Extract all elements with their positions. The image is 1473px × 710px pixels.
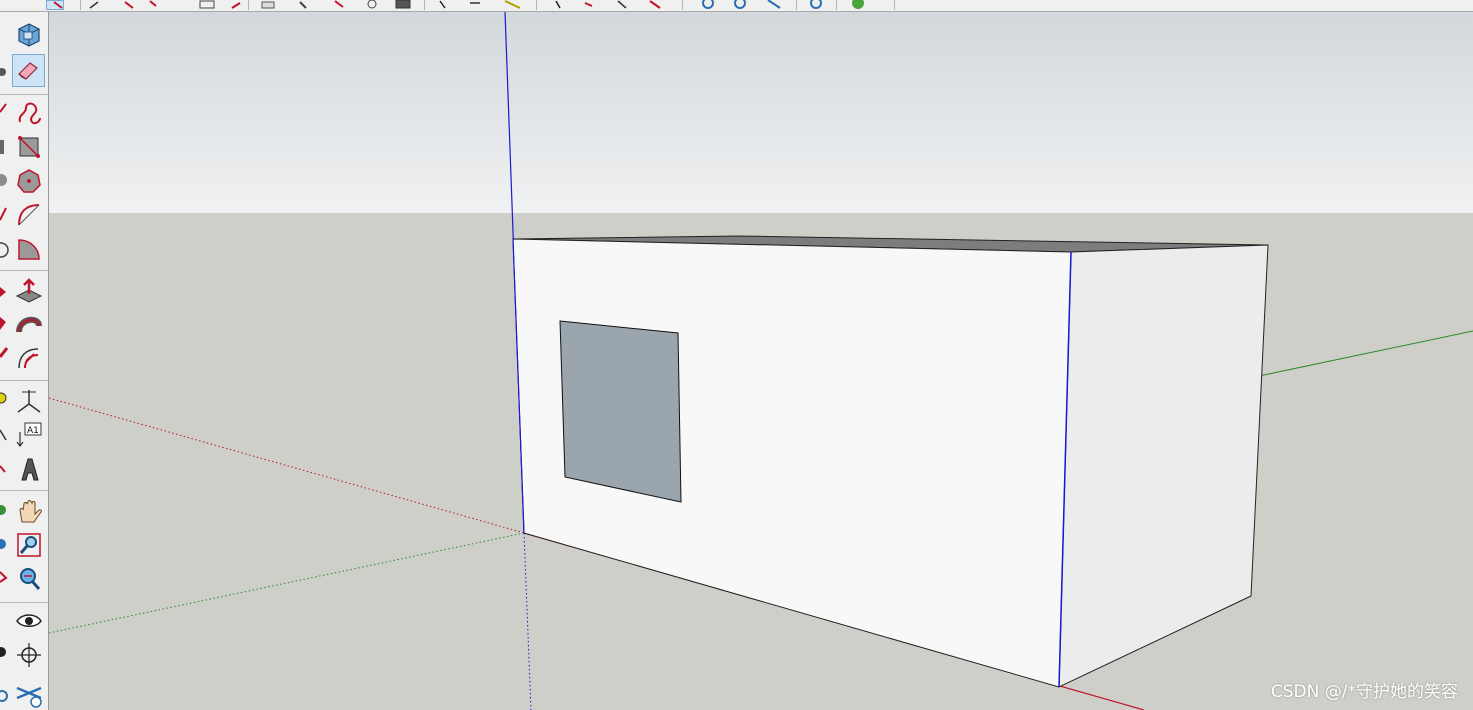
left-toolbar: A1 — [0, 12, 49, 710]
eye-icon — [16, 614, 42, 627]
toolbar-separator — [894, 0, 895, 10]
components-icon — [18, 23, 40, 47]
text-tool-label: A1 — [27, 426, 39, 436]
pan-tool[interactable] — [14, 496, 44, 526]
text-tool[interactable]: A1 — [14, 420, 44, 450]
toolbar-separator — [0, 270, 48, 271]
eraser-tool[interactable] — [12, 54, 45, 87]
zoom-extents-icon — [20, 568, 41, 590]
toolbar-separator — [796, 0, 797, 10]
clipped-icons-column — [0, 68, 9, 702]
pie-tool[interactable] — [14, 234, 44, 264]
rotated-rectangle-icon — [18, 136, 40, 158]
zoom-window-tool[interactable] — [14, 530, 44, 560]
follow-me-tool[interactable] — [14, 310, 44, 340]
two-point-arc-tool[interactable] — [14, 200, 44, 230]
polygon-icon — [17, 169, 41, 193]
section-plane-icon — [16, 686, 42, 708]
axes-tool[interactable] — [14, 386, 44, 416]
toolbar-separator — [248, 0, 249, 10]
eraser-icon — [18, 62, 38, 80]
toolbar-separator — [836, 0, 837, 10]
push-pull-tool[interactable] — [14, 276, 44, 306]
pie-icon — [18, 239, 40, 260]
rotated-rectangle-tool[interactable] — [14, 132, 44, 162]
toolbar-separator — [80, 0, 81, 10]
crosshair-icon — [17, 643, 41, 667]
freehand-icon — [18, 102, 41, 125]
text-label-icon: A1 — [16, 422, 42, 447]
toolbar-separator — [424, 0, 425, 10]
toolbar-separator — [0, 602, 48, 603]
toolbar-separator — [0, 490, 48, 491]
hand-icon — [19, 500, 42, 523]
polygon-tool[interactable] — [14, 166, 44, 196]
two-point-arc-icon — [18, 204, 40, 226]
watermark-text: CSDN @/*守护她的笑容 — [1270, 682, 1458, 702]
zoom-window-icon — [17, 533, 41, 557]
offset-icon — [18, 348, 39, 369]
offset-tool[interactable] — [14, 344, 44, 374]
push-pull-icon — [15, 278, 43, 303]
axes-icon — [17, 390, 41, 413]
3d-text-icon — [21, 458, 39, 481]
section-plane-tool[interactable] — [14, 680, 44, 710]
components-tool[interactable] — [14, 20, 44, 50]
modeling-viewport[interactable] — [49, 12, 1473, 710]
top-toolbar-icons — [53, 0, 864, 9]
window-opening[interactable] — [559, 320, 682, 503]
top-toolbar — [0, 0, 1473, 12]
position-camera-tool[interactable] — [14, 640, 44, 670]
toolbar-separator — [682, 0, 683, 10]
toolbar-separator — [0, 94, 48, 95]
toolbar-separator — [536, 0, 537, 10]
freehand-tool[interactable] — [14, 98, 44, 128]
sky — [49, 12, 1473, 213]
zoom-extents-tool[interactable] — [14, 564, 44, 594]
follow-me-icon — [16, 316, 42, 333]
3d-text-tool[interactable] — [14, 454, 44, 484]
scene-canvas[interactable] — [49, 12, 1473, 710]
toolbar-separator — [0, 380, 48, 381]
look-around-tool[interactable] — [14, 606, 44, 636]
